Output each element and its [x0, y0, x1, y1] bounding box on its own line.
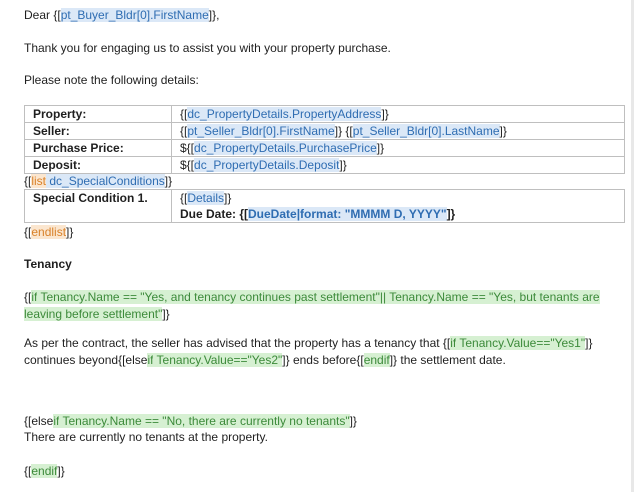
- tag-close: ]}: [381, 107, 389, 121]
- note-text: Please note the following details:: [24, 73, 199, 87]
- seller-label: Seller:: [24, 122, 172, 140]
- deposit-field[interactable]: dc_PropertyDetails.Deposit: [194, 158, 340, 172]
- if-condition[interactable]: Tenancy.Name == "Yes, and tenancy contin…: [24, 290, 600, 321]
- contract-text-3: ]} ends before{[: [282, 353, 364, 367]
- tag-open: {[else: [24, 414, 54, 428]
- tag-close: ]}: [224, 191, 232, 205]
- contract-text-4: ]} the settlement date.: [389, 353, 506, 367]
- tag-open: ${[: [180, 158, 195, 172]
- tag-close: ]}: [446, 207, 456, 221]
- table-row: Property: {[dc_PropertyDetails.PropertyA…: [24, 105, 625, 123]
- tag-close: ]}: [339, 158, 347, 172]
- if-block: {[if Tenancy.Name == "Yes, and tenancy c…: [24, 289, 626, 323]
- tenancy-heading: Tenancy: [24, 257, 72, 271]
- deposit-value: ${[dc_PropertyDetails.Deposit]}: [171, 156, 625, 174]
- deposit-label: Deposit:: [24, 156, 172, 174]
- due-date-label: Due Date: {[: [180, 207, 249, 221]
- special-conditions-field[interactable]: dc_SpecialConditions: [46, 174, 165, 188]
- tag-close: ]}: [499, 124, 507, 138]
- table-row: Purchase Price: ${[dc_PropertyDetails.Pu…: [24, 139, 625, 157]
- special-condition-label: Special Condition 1.: [24, 189, 172, 223]
- list-tag-line: {[list dc_SpecialConditions]}: [24, 173, 172, 189]
- elseif-condition[interactable]: Tenancy.Name == "No, there are currently…: [59, 414, 350, 428]
- if-condition[interactable]: Tenancy.Value=="Yes1": [456, 336, 586, 350]
- endif-keyword[interactable]: endif: [363, 353, 390, 367]
- tag-close: ]}: [57, 464, 65, 478]
- greeting-suffix: ]},: [208, 8, 220, 22]
- tag-close: ]}: [162, 307, 170, 321]
- list-keyword[interactable]: list: [31, 174, 47, 188]
- property-address-field[interactable]: dc_PropertyDetails.PropertyAddress: [187, 107, 382, 121]
- greeting-line: Dear {[pt_Buyer_Bldr[0].FirstName]},: [24, 7, 219, 23]
- greeting-prefix: Dear {[: [24, 8, 61, 22]
- tag-mid: ]} {[: [334, 124, 353, 138]
- endlist-tag-line: {[endlist]}: [24, 224, 73, 240]
- buyer-firstname-field[interactable]: pt_Buyer_Bldr[0].FirstName: [60, 8, 209, 22]
- tag-open: ${[: [180, 141, 195, 155]
- endlist-keyword[interactable]: endlist: [31, 225, 67, 239]
- table-row: Special Condition 1. {[Details]} Due Dat…: [24, 189, 625, 223]
- tag-close: ]}: [376, 141, 385, 155]
- tag-close: ]}: [164, 174, 173, 188]
- table-row: Seller: {[pt_Seller_Bldr[0].FirstName]} …: [24, 122, 625, 140]
- details-line: {[Details]}: [180, 190, 616, 206]
- property-value: {[dc_PropertyDetails.PropertyAddress]}: [171, 105, 625, 123]
- purchase-price-field[interactable]: dc_PropertyDetails.PurchasePrice: [194, 141, 377, 155]
- contract-paragraph: As per the contract, the seller has advi…: [24, 335, 626, 369]
- price-label: Purchase Price:: [24, 139, 172, 157]
- tag-close: ]}: [349, 414, 357, 428]
- due-date-line: Due Date: {[DueDate|format: "MMMM D, YYY…: [180, 206, 616, 222]
- tag-close: ]}: [66, 225, 74, 239]
- no-tenants-text: There are currently no tenants at the pr…: [24, 430, 268, 444]
- endif-keyword[interactable]: endif: [31, 464, 58, 478]
- elseif-block: {[elseif Tenancy.Name == "No, there are …: [24, 413, 357, 429]
- contract-text-1: As per the contract, the seller has advi…: [24, 336, 451, 350]
- seller-value: {[pt_Seller_Bldr[0].FirstName]} {[pt_Sel…: [171, 122, 625, 140]
- table-row: Deposit: ${[dc_PropertyDetails.Deposit]}: [24, 156, 625, 174]
- endif-tag-line: {[endif]}: [24, 463, 65, 479]
- seller-lastname-field[interactable]: pt_Seller_Bldr[0].LastName: [352, 124, 500, 138]
- seller-firstname-field[interactable]: pt_Seller_Bldr[0].FirstName: [187, 124, 335, 138]
- special-condition-table: Special Condition 1. {[Details]} Due Dat…: [24, 189, 625, 223]
- due-date-field[interactable]: DueDate|format: "MMMM D, YYYY": [248, 207, 447, 221]
- property-label: Property:: [24, 105, 172, 123]
- details-field[interactable]: Details: [187, 191, 225, 205]
- price-value: ${[dc_PropertyDetails.PurchasePrice]}: [171, 139, 625, 157]
- property-details-table: Property: {[dc_PropertyDetails.PropertyA…: [24, 105, 625, 174]
- intro-text: Thank you for engaging us to assist you …: [24, 41, 391, 55]
- special-condition-value: {[Details]} Due Date: {[DueDate|format: …: [171, 189, 625, 223]
- elseif-condition[interactable]: Tenancy.Value=="Yes2": [153, 353, 283, 367]
